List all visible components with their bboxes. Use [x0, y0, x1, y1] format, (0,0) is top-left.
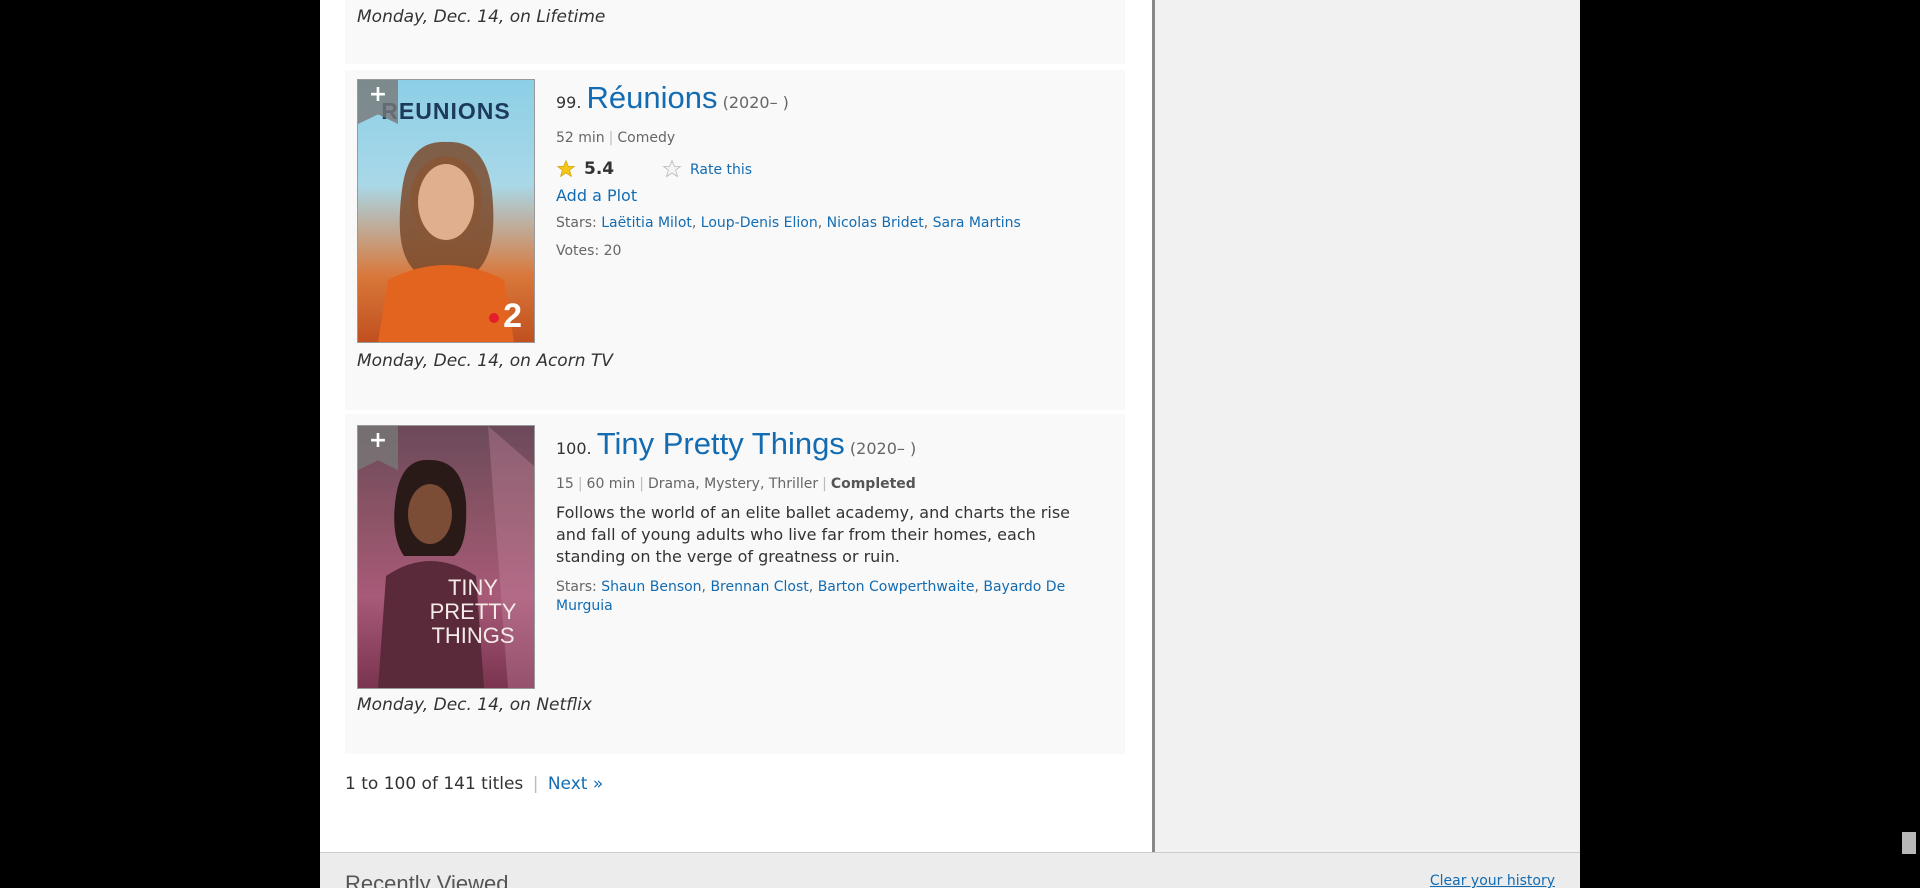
star-link[interactable]: Nicolas Bridet [827, 215, 924, 231]
year-range: (2020– ) [849, 439, 917, 458]
air-info: Monday, Dec. 14, on Lifetime [357, 7, 606, 27]
list-item: TINY PRETTY THINGS + 100. Tiny Pretty Th… [345, 414, 1125, 754]
stars-row: Stars: Laëtitia Milot, Loup-Denis Elion,… [556, 215, 1021, 231]
poster-image[interactable]: TINY PRETTY THINGS + [357, 425, 535, 689]
separator: | [822, 476, 827, 492]
item-info: 99. Réunions (2020– ) 52 min | Comedy 5.4 … [556, 80, 1021, 259]
result-count: 1 to 100 of 141 titles [345, 774, 524, 794]
poster-title: TINY PRETTY THINGS [418, 576, 528, 648]
right-sidebar [1155, 0, 1580, 852]
channel-badge: 2 [503, 297, 522, 335]
separator: | [608, 130, 614, 146]
pagination: 1 to 100 of 141 titles | Next » [345, 774, 603, 794]
page: Monday, Dec. 14, on Lifetime REUNIONS 2 … [320, 0, 1580, 888]
poster-title-line: TINY [447, 575, 499, 600]
stars-label: Stars: [556, 215, 597, 231]
series-status: Completed [830, 476, 916, 492]
poster-title-line: PRETTY [429, 599, 517, 624]
year-range: (2020– ) [722, 93, 789, 112]
plot-row: Add a Plot [556, 186, 1021, 205]
poster-artwork [378, 426, 534, 688]
separator: | [639, 476, 644, 492]
title-link[interactable]: Réunions [587, 80, 718, 115]
item-number: 100. [556, 439, 592, 458]
separator: | [532, 774, 539, 794]
poster-title-line: THINGS [431, 623, 515, 648]
meta-row: 52 min | Comedy [556, 130, 1021, 146]
star-link[interactable]: Barton Cowperthwaite [818, 579, 975, 595]
star-link[interactable]: Shaun Benson [601, 579, 701, 595]
air-info: Monday, Dec. 14, on Acorn TV [357, 351, 613, 371]
add-plot-link[interactable]: Add a Plot [556, 186, 637, 205]
poster-image[interactable]: REUNIONS 2 + [357, 79, 535, 343]
list-item: Monday, Dec. 14, on Lifetime [345, 0, 1125, 64]
plot-text: Follows the world of an elite ballet aca… [556, 503, 1071, 566]
clear-history-link[interactable]: Clear your history [1430, 873, 1555, 888]
imdb-rating: 5.4 [584, 159, 615, 179]
title-row: 99. Réunions (2020– ) [556, 80, 1021, 116]
stars-label: Stars: [556, 579, 597, 595]
recently-viewed-title: Recently Viewed [345, 871, 509, 888]
recently-viewed-bar: Recently Viewed Clear your history [320, 852, 1580, 888]
separator: | [577, 476, 583, 492]
air-info: Monday, Dec. 14, on Netflix [357, 695, 592, 715]
rate-this-link[interactable]: Rate this [690, 162, 752, 178]
meta-row: 15 | 60 min | Drama, Mystery, Thriller | Compl… [556, 476, 1096, 492]
next-page-link[interactable]: Next » [548, 774, 603, 794]
genres: Comedy [617, 130, 676, 146]
votes-label: Votes: [556, 243, 600, 259]
runtime: 52 min [556, 130, 605, 146]
list-item: REUNIONS 2 + 99. Réunions (2020– ) 52 mi… [345, 70, 1125, 410]
star-icon [556, 159, 576, 178]
votes-row: Votes: 20 [556, 243, 1021, 259]
title-row: 100. Tiny Pretty Things (2020– ) [556, 426, 1096, 462]
runtime: 60 min [586, 476, 636, 492]
title-link[interactable]: Tiny Pretty Things [597, 426, 845, 461]
rate-star-icon[interactable] [662, 159, 682, 179]
votes-count: 20 [603, 243, 622, 259]
star-link[interactable]: Loup-Denis Elion [701, 215, 818, 231]
stars-row: Stars: Shaun Benson, Brennan Clost, Bart… [556, 579, 1066, 614]
main-list: Monday, Dec. 14, on Lifetime REUNIONS 2 … [320, 0, 1153, 852]
item-info: 100. Tiny Pretty Things (2020– ) 15 | 60 m… [556, 426, 1096, 616]
genres: Drama, Mystery, Thriller [647, 476, 819, 492]
star-link[interactable]: Sara Martins [933, 215, 1021, 231]
star-link[interactable]: Brennan Clost [710, 579, 808, 595]
certificate: 15 [556, 476, 574, 492]
scrollbar-thumb[interactable] [1902, 832, 1916, 854]
item-number: 99. [556, 93, 582, 112]
rating-row: 5.4 Rate this [556, 158, 1021, 184]
star-link[interactable]: Laëtitia Milot [601, 215, 692, 231]
